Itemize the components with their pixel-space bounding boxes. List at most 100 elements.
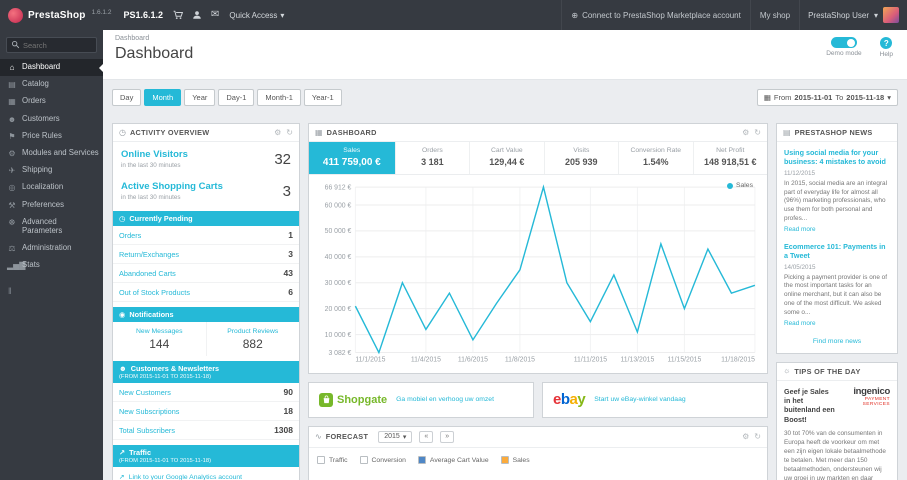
sidebar-item-catalog[interactable]: ▤ Catalog (0, 76, 103, 93)
filter-day-1-button[interactable]: Day-1 (218, 89, 255, 106)
forecast-year-select[interactable]: 2015 ▾ (378, 430, 413, 443)
svg-text:11/6/2015: 11/6/2015 (458, 357, 488, 364)
new-subscriptions-row[interactable]: New Subscriptions 18 (113, 402, 299, 421)
kpi-visits[interactable]: Visits 205 939 (545, 142, 620, 174)
ebay-letter: b (560, 391, 570, 409)
sidebar-item-shipping[interactable]: ✈ Shipping (0, 162, 103, 179)
home-icon: ⌂ (9, 63, 15, 72)
currently-pending-title: Currently Pending (129, 214, 193, 223)
sidebar-item-price-rules[interactable]: ⚑ Price Rules (0, 128, 103, 145)
sidebar-item-dashboard[interactable]: ⌂ Dashboard (0, 59, 103, 77)
forecast-legend-sales[interactable]: Sales (500, 456, 530, 465)
currently-pending-header: ◷ Currently Pending (113, 211, 299, 226)
quick-access-menu[interactable]: Quick Access ▾ (229, 11, 284, 20)
header-tools: Demo mode ? Help (826, 37, 893, 58)
filter-year-1-button[interactable]: Year-1 (303, 89, 342, 106)
filter-year-button[interactable]: Year (184, 89, 216, 106)
customer-notifications-icon[interactable] (192, 10, 202, 20)
sidebar-item-modules[interactable]: ⚙ Modules and Services (0, 145, 103, 162)
sidebar-item-administration[interactable]: ⚖ Administration (0, 240, 103, 257)
active-carts-link[interactable]: Active Shopping Carts (121, 181, 223, 192)
shopgate-link[interactable]: Ga mobiel en verhoog uw omzet (396, 396, 494, 403)
collapse-menu-button[interactable]: ‖ (8, 286, 103, 296)
activity-panel-title: ACTIVITY OVERVIEW (129, 128, 210, 137)
forecast-legend-traffic[interactable]: Traffic (317, 456, 348, 465)
forecast-next-button[interactable]: » (440, 430, 455, 444)
new-messages-cell[interactable]: New Messages 144 (113, 322, 207, 356)
forecast-prev-button[interactable]: « (419, 430, 434, 444)
read-more-link[interactable]: Read more (784, 320, 890, 327)
sidebar-item-advanced-parameters[interactable]: ☸ Advanced Parameters (0, 214, 103, 240)
legend-label: Conversion (371, 456, 406, 464)
messages-notifications-icon[interactable]: ✉ (211, 10, 219, 20)
cart-notifications-icon[interactable] (173, 10, 183, 20)
row-label: New Subscriptions (119, 406, 180, 416)
clock-icon: ◷ (119, 214, 126, 223)
clock-icon: ◷ (119, 127, 126, 137)
prestashop-logo-icon (8, 7, 23, 23)
kpi-label: Sales (343, 147, 361, 154)
filter-day-button[interactable]: Day (112, 89, 142, 106)
filter-month-button[interactable]: Month (144, 89, 182, 106)
sidebar-item-label: Dashboard (22, 62, 61, 71)
date-to-value: 2015-11-18 (846, 93, 885, 102)
ebay-link[interactable]: Start uw eBay-winkel vandaag (594, 396, 685, 403)
news-item: Ecommerce 101: Payments in a Tweet 14/05… (784, 242, 890, 327)
forecast-legend-average-cart-value[interactable]: Average Cart Value (417, 456, 489, 465)
checkbox-swatch (359, 456, 368, 465)
read-more-link[interactable]: Read more (784, 226, 890, 233)
kpi-conversion-rate[interactable]: Conversion Rate 1.54% (619, 142, 694, 174)
help-button[interactable]: ? (880, 37, 893, 49)
refresh-icon[interactable]: ↻ (286, 128, 293, 137)
panel-actions: ⚙ ↻ (274, 128, 293, 137)
gear-icon[interactable]: ⚙ (274, 128, 281, 137)
sidebar-item-label: Administration (22, 242, 72, 252)
svg-text:60 000 €: 60 000 € (325, 202, 352, 209)
kpi-sales[interactable]: Sales 411 759,00 € (309, 142, 396, 174)
preferences-icon: ⚒ (8, 200, 16, 210)
news-headline-link[interactable]: Using social media for your business: 4 … (784, 148, 890, 167)
demo-mode-toggle[interactable] (830, 37, 857, 48)
online-visitors-link[interactable]: Online Visitors (121, 149, 188, 160)
toggle-knob (847, 38, 856, 47)
prestashop-logo[interactable]: PrestaShop 1.6.1.2 (0, 7, 117, 23)
date-range-picker[interactable]: ▦ From 2015-11-01 To 2015-11-18 ▾ (756, 89, 898, 106)
gear-icon[interactable]: ⚙ (742, 128, 749, 137)
shop-name-menu[interactable]: PS1.6.1.2 (123, 10, 163, 20)
sidebar-item-customers[interactable]: ☻ Customers (0, 111, 103, 128)
news-headline-link[interactable]: Ecommerce 101: Payments in a Tweet (784, 242, 890, 261)
sidebar-item-preferences[interactable]: ⚒ Preferences (0, 197, 103, 214)
chevron-down-icon: ▾ (873, 10, 878, 20)
product-reviews-cell[interactable]: Product Reviews 882 (207, 322, 300, 356)
gear-icon[interactable]: ⚙ (742, 432, 749, 441)
chevron-down-icon: ▾ (402, 433, 407, 441)
sidebar-item-orders[interactable]: ▦ Orders (0, 93, 103, 110)
user-menu[interactable]: PrestaShop User ▾ (799, 0, 907, 30)
sidebar-item-stats[interactable]: ▂▅▇ Stats (0, 257, 103, 274)
marketplace-link[interactable]: ⊕ Connect to PrestaShop Marketplace acco… (561, 0, 749, 30)
refresh-icon[interactable]: ↻ (754, 432, 761, 441)
kpi-orders[interactable]: Orders 3 181 (396, 142, 471, 174)
kpi-cart-value[interactable]: Cart Value 129,44 € (470, 142, 545, 174)
google-analytics-link[interactable]: ↗ Link to your Google Analytics account (113, 467, 299, 480)
find-more-news-link[interactable]: Find more news (784, 336, 890, 346)
pending-returns-row[interactable]: Return/Exchanges 3 (113, 245, 299, 264)
kpi-label: Cart Value (491, 147, 523, 154)
shopgate-brand-text: Shopgate (337, 393, 388, 406)
new-customers-row[interactable]: New Customers 90 (113, 383, 299, 402)
sidebar-item-localization[interactable]: ◎ Localization (0, 179, 103, 196)
abandoned-carts-row[interactable]: Abandoned Carts 43 (113, 264, 299, 283)
pending-orders-row[interactable]: Orders 1 (113, 226, 299, 245)
filter-month-1-button[interactable]: Month-1 (257, 89, 301, 106)
content-area: Day Month Year Day-1 Month-1 Year-1 ▦ Fr… (103, 80, 907, 480)
tip-headline-link[interactable]: Geef je Sales in het buitenland een Boos… (784, 387, 835, 424)
traffic-range: (FROM 2015-11-01 TO 2015-11-18) (119, 458, 212, 464)
my-shop-link[interactable]: My shop (749, 0, 799, 30)
out-of-stock-row[interactable]: Out of Stock Products 6 (113, 283, 299, 302)
search-input[interactable] (23, 40, 92, 50)
shopgate-banner: Shopgate Ga mobiel en verhoog uw omzet (308, 381, 534, 418)
forecast-legend-conversion[interactable]: Conversion (359, 456, 406, 465)
total-subscribers-row[interactable]: Total Subscribers 1308 (113, 421, 299, 440)
refresh-icon[interactable]: ↻ (754, 128, 761, 137)
kpi-net-profit[interactable]: Net Profit 148 918,51 € (694, 142, 767, 174)
